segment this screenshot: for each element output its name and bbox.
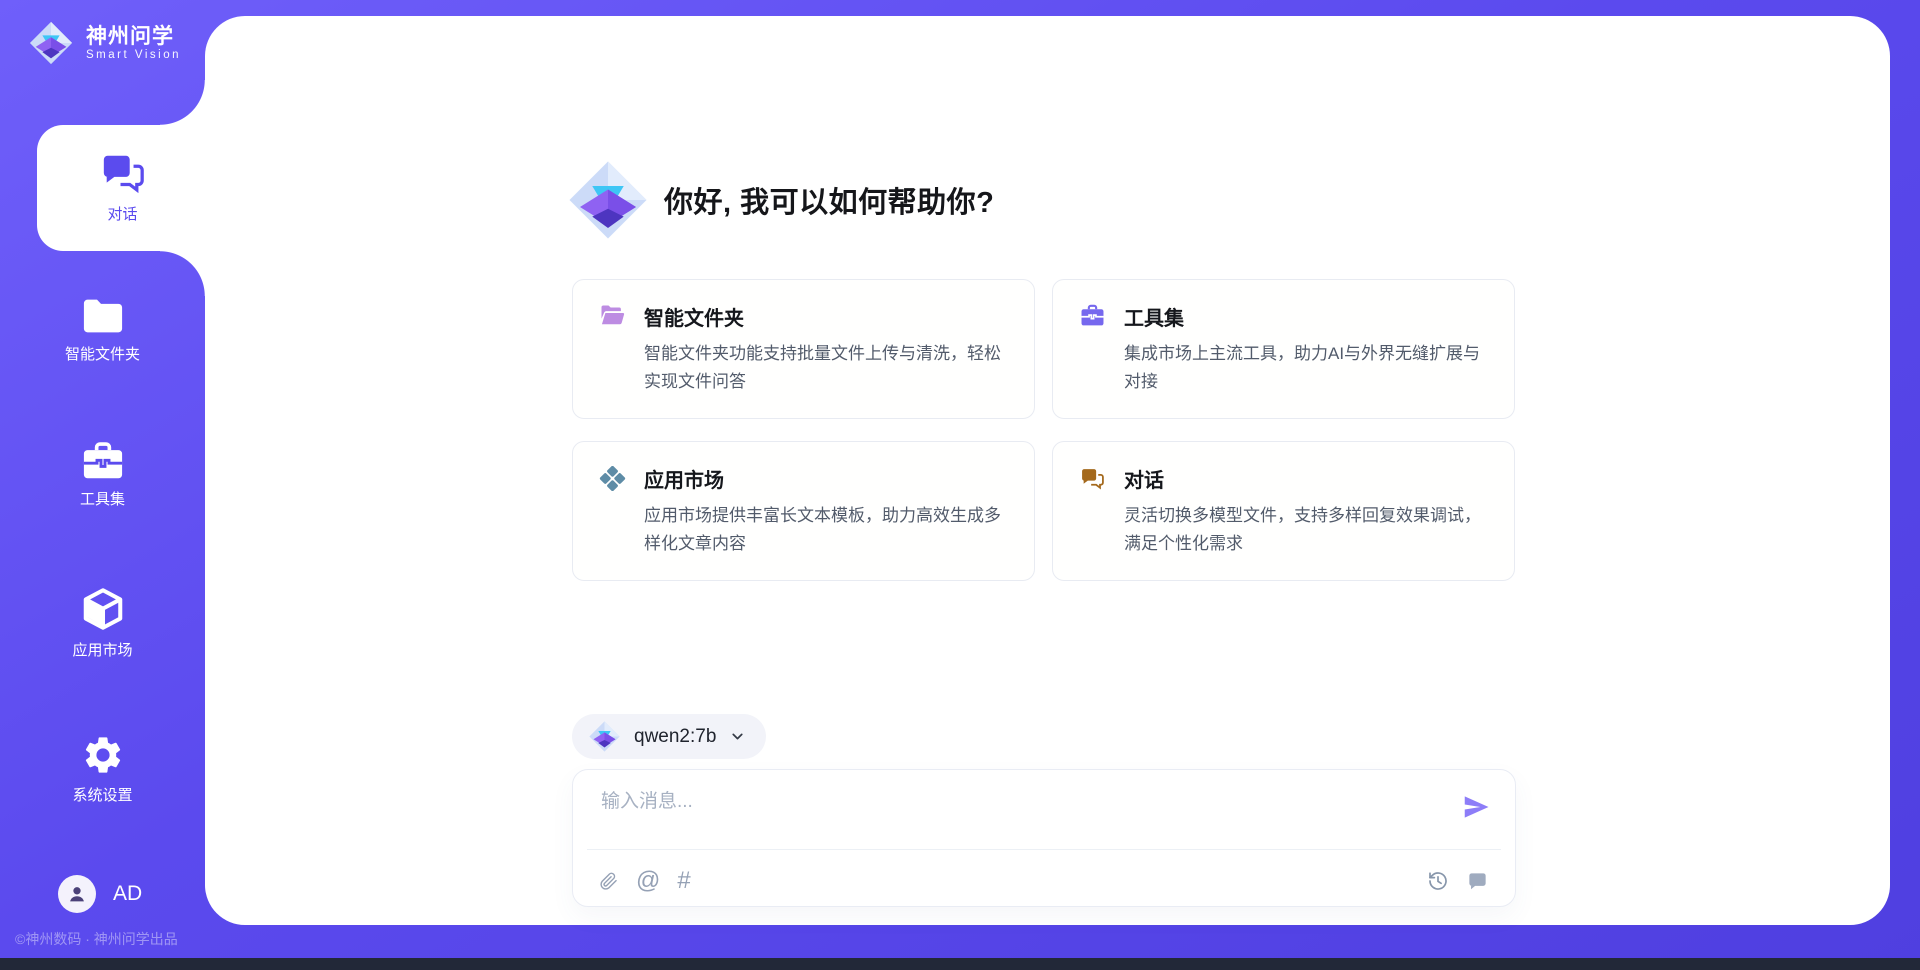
sidebar-item-label: 对话 xyxy=(107,203,137,224)
active-tab-curve-top xyxy=(160,80,205,125)
card-title: 应用市场 xyxy=(644,464,1008,493)
assistant-gem-icon xyxy=(566,158,650,242)
card-smart-folder[interactable]: 智能文件夹 智能文件夹功能支持批量文件上传与清洗，轻松实现文件问答 xyxy=(572,279,1035,419)
card-description: 应用市场提供丰富长文本模板，助力高效生成多样化文章内容 xyxy=(644,502,1008,558)
gear-icon xyxy=(81,733,125,777)
send-button[interactable] xyxy=(1461,792,1491,827)
window-bottom-edge xyxy=(0,958,1920,970)
card-description: 灵活切换多模型文件，支持多样回复效果调试，满足个性化需求 xyxy=(1124,502,1488,558)
user-profile[interactable]: AD xyxy=(58,875,142,913)
folder-open-icon xyxy=(599,302,626,326)
app-logo: 神州问学 Smart Vision xyxy=(28,20,181,66)
grid-icon xyxy=(599,464,626,491)
sidebar-item-smart-folder[interactable]: 智能文件夹 xyxy=(0,296,205,364)
active-tab-curve-bottom xyxy=(160,251,205,296)
briefcase-icon xyxy=(81,441,125,481)
card-description: 智能文件夹功能支持批量文件上传与清洗，轻松实现文件问答 xyxy=(644,340,1008,396)
copyright-text: ©神州数码 · 神州问学出品 xyxy=(15,929,178,949)
message-input[interactable] xyxy=(601,786,1421,818)
sidebar-item-chat[interactable]: 对话 xyxy=(20,150,225,224)
person-icon xyxy=(66,883,88,905)
sidebar-item-toolset[interactable]: 工具集 xyxy=(0,441,205,509)
brand-name: 神州问学 xyxy=(86,25,181,49)
card-app-market[interactable]: 应用市场 应用市场提供丰富长文本模板，助力高效生成多样化文章内容 xyxy=(572,441,1035,581)
send-icon xyxy=(1461,792,1491,822)
brand-subtitle: Smart Vision xyxy=(86,49,181,61)
feature-cards-grid: 智能文件夹 智能文件夹功能支持批量文件上传与清洗，轻松实现文件问答 工具集 集成… xyxy=(572,279,1515,581)
attach-button[interactable] xyxy=(599,869,619,893)
history-button[interactable] xyxy=(1426,869,1450,893)
sidebar-item-label: 应用市场 xyxy=(72,639,132,660)
brand-gem-icon xyxy=(28,20,74,66)
feedback-button[interactable] xyxy=(1466,870,1489,893)
folder-icon xyxy=(81,296,125,336)
greeting-text: 你好, 我可以如何帮助你? xyxy=(664,179,994,221)
card-title: 对话 xyxy=(1124,464,1488,493)
chat-icon xyxy=(100,150,146,196)
card-description: 集成市场上主流工具，助力AI与外界无缝扩展与对接 xyxy=(1124,340,1488,396)
card-chat[interactable]: 对话 灵活切换多模型文件，支持多样回复效果调试，满足个性化需求 xyxy=(1052,441,1515,581)
briefcase-icon xyxy=(1079,302,1106,327)
sidebar-item-app-market[interactable]: 应用市场 xyxy=(0,586,205,660)
sidebar-item-settings[interactable]: 系统设置 xyxy=(0,733,205,805)
card-toolset[interactable]: 工具集 集成市场上主流工具，助力AI与外界无缝扩展与对接 xyxy=(1052,279,1515,419)
at-icon[interactable]: @ xyxy=(636,869,660,893)
card-title: 工具集 xyxy=(1124,302,1488,331)
user-initials: AD xyxy=(113,882,142,906)
chat-bubble-icon xyxy=(1466,870,1489,893)
model-selector[interactable]: qwen2:7b xyxy=(572,714,766,759)
history-icon xyxy=(1426,869,1450,893)
sidebar-item-label: 系统设置 xyxy=(72,784,132,805)
avatar[interactable] xyxy=(58,875,96,913)
model-name: qwen2:7b xyxy=(634,726,716,748)
sidebar-item-label: 智能文件夹 xyxy=(65,343,140,364)
model-gem-icon xyxy=(588,720,621,753)
sidebar-item-label: 工具集 xyxy=(80,488,125,509)
cube-icon xyxy=(80,586,126,632)
hash-icon[interactable]: # xyxy=(677,869,690,893)
chat-icon xyxy=(1079,464,1106,491)
composer-divider xyxy=(587,849,1501,850)
message-composer: @ # xyxy=(572,769,1516,907)
paperclip-icon xyxy=(599,869,619,893)
card-title: 智能文件夹 xyxy=(644,302,1008,331)
chevron-down-icon xyxy=(729,728,746,745)
greeting-block: 你好, 我可以如何帮助你? xyxy=(566,158,994,242)
